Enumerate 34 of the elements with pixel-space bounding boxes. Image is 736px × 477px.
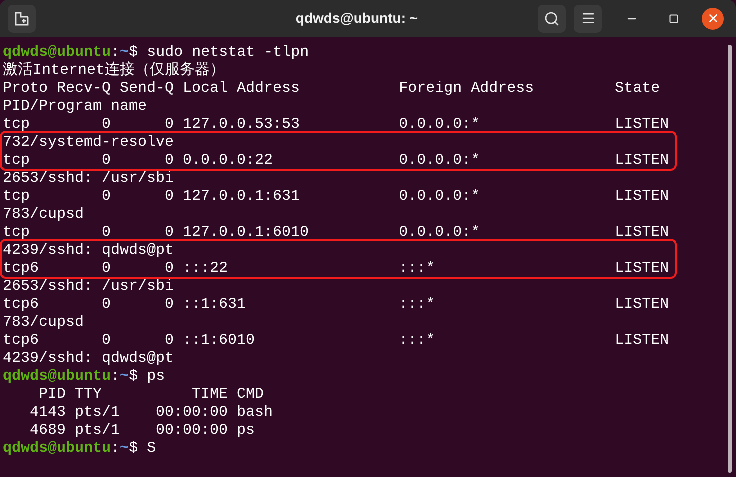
close-button[interactable] bbox=[702, 8, 724, 30]
output-line: tcp6 0 0 :::22 :::* LISTEN bbox=[3, 260, 670, 278]
prompt-line: qdwds@ubuntu:~$ sudo netstat -tlpn bbox=[3, 44, 310, 62]
output-line: tcp 0 0 127.0.0.1:6010 0.0.0.0:* LISTEN bbox=[3, 224, 670, 242]
search-button[interactable] bbox=[538, 4, 566, 32]
output-line: PID/Program name bbox=[3, 98, 148, 116]
output-line: 783/cupsd bbox=[3, 314, 84, 332]
close-icon bbox=[706, 12, 720, 25]
output-line: Proto Recv-Q Send-Q Local Address Foreign Address State bbox=[3, 80, 660, 98]
output-line: tcp 0 0 127.0.0.53:53 0.0.0.0:* LISTEN bbox=[3, 116, 670, 134]
output-line: 783/cupsd bbox=[3, 206, 84, 224]
output-line: tcp 0 0 127.0.0.1:631 0.0.0.0:* LISTEN bbox=[3, 188, 670, 206]
output-line: 4689 pts/1 00:00:00 ps bbox=[29, 422, 256, 440]
new-tab-button[interactable] bbox=[8, 4, 36, 32]
output-line: 4239/sshd: qdwds@pt bbox=[3, 242, 174, 260]
search-icon bbox=[544, 10, 560, 26]
prompt-line: qdwds@ubuntu:~$ ps bbox=[3, 368, 166, 386]
output-line: 2653/sshd: /usr/sbi bbox=[3, 278, 174, 296]
output-line: 激活Internet连接（仅服务器） bbox=[3, 62, 226, 80]
output-line: tcp6 0 0 ::1:631 :::* LISTEN bbox=[3, 296, 670, 314]
output-line: tcp6 0 0 ::1:6010 :::* LISTEN bbox=[3, 332, 670, 350]
output-line: PID TTY TIME CMD bbox=[38, 386, 264, 404]
output-line: 4143 pts/1 00:00:00 bash bbox=[29, 404, 274, 422]
maximize-icon bbox=[669, 14, 679, 24]
prompt-line: qdwds@ubuntu:~$ S bbox=[3, 440, 156, 458]
scrollbar[interactable] bbox=[728, 45, 732, 473]
new-tab-icon bbox=[15, 12, 29, 26]
menu-icon bbox=[580, 11, 596, 26]
output-line: 4239/sshd: qdwds@pt bbox=[3, 350, 174, 368]
window-title: qdwds@ubuntu: ~ bbox=[296, 9, 418, 28]
output-line: 2653/sshd: /usr/sbi bbox=[3, 170, 174, 188]
output-line: 732/systemd-resolve bbox=[3, 134, 174, 152]
menu-button[interactable] bbox=[574, 4, 602, 32]
output-line: tcp 0 0 0.0.0.0:22 0.0.0.0:* LISTEN bbox=[3, 152, 670, 170]
